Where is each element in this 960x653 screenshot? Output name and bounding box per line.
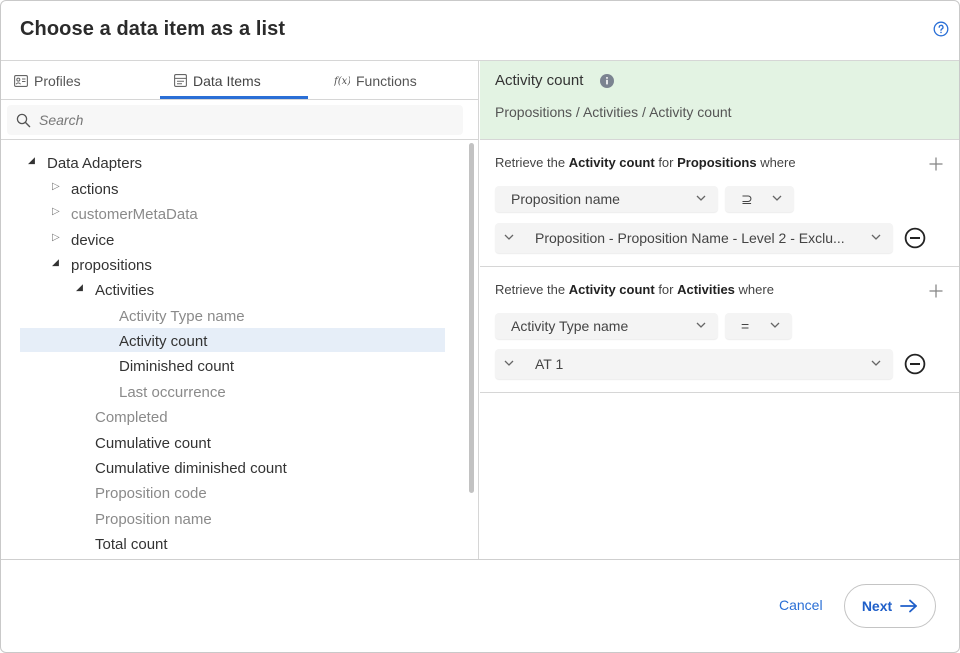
data-items-icon	[174, 74, 187, 87]
condition-for: for	[658, 282, 674, 297]
dialog-footer: Cancel Next	[1, 559, 959, 652]
selected-item-path: Propositions / Activities / Activity cou…	[495, 104, 732, 120]
value-select-text: Proposition - Proposition Name - Level 2…	[535, 230, 845, 246]
tree-leaf-activity-count[interactable]: Activity count	[119, 329, 207, 353]
add-condition-icon[interactable]	[929, 157, 943, 171]
tab-functions-label: Functions	[356, 72, 417, 89]
tree-scrollbar[interactable]	[469, 143, 474, 493]
cancel-button[interactable]: Cancel	[779, 597, 823, 613]
arrow-right-icon	[900, 599, 918, 613]
tree-node-propositions[interactable]: propositions	[71, 253, 152, 277]
dialog-header: Choose a data item as a list	[1, 1, 959, 61]
field-select-value: Activity Type name	[511, 318, 629, 334]
info-icon[interactable]	[600, 74, 614, 88]
tree-leaf-cumulative-count[interactable]: Cumulative count	[95, 431, 211, 455]
chevron-down-icon	[871, 360, 881, 366]
selected-item-title: Activity count	[495, 72, 584, 89]
collapsed-triangle-icon[interactable]: ▷	[52, 181, 60, 192]
data-browser-pane: Profiles Data Items f(x) Functions Searc…	[1, 61, 479, 559]
tree-node-customer-meta-data[interactable]: customerMetaData	[71, 202, 198, 226]
tree-leaf-completed[interactable]: Completed	[95, 405, 168, 429]
dialog-title: Choose a data item as a list	[20, 18, 286, 40]
field-select-value: Proposition name	[511, 191, 620, 207]
function-fx-icon: f(x)	[334, 76, 350, 87]
condition-prefix: Retrieve the	[495, 282, 566, 297]
profile-card-icon	[14, 74, 28, 87]
condition-prefix: Retrieve the	[495, 155, 566, 170]
remove-condition-icon[interactable]	[904, 353, 926, 375]
tab-data-items-label: Data Items	[193, 72, 261, 89]
value-select[interactable]: AT 1	[495, 349, 893, 379]
tree-leaf-diminished-count[interactable]: Diminished count	[119, 354, 234, 378]
tree-leaf-cumulative-diminished-count[interactable]: Cumulative diminished count	[95, 456, 287, 480]
tree-node-activities[interactable]: Activities	[95, 278, 154, 302]
chevron-down-icon	[696, 195, 706, 201]
condition-block-activities: Retrieve the Activity count for Activiti…	[480, 267, 959, 393]
tree-leaf-activity-type-name[interactable]: Activity Type name	[119, 304, 245, 328]
condition-for: for	[658, 155, 674, 170]
condition-sentence: Retrieve the Activity count for Activiti…	[495, 282, 774, 297]
condition-suffix: where	[760, 155, 796, 170]
next-button-label: Next	[861, 598, 893, 614]
operator-select-value: =	[741, 318, 750, 334]
expanded-triangle-icon[interactable]: ◢	[76, 282, 83, 293]
collapsed-triangle-icon[interactable]: ▷	[52, 232, 60, 243]
condition-sentence: Retrieve the Activity count for Proposit…	[495, 155, 796, 170]
condition-block-propositions: Retrieve the Activity count for Proposit…	[480, 140, 959, 267]
chevron-down-icon	[772, 195, 782, 201]
tree-leaf-proposition-code[interactable]: Proposition code	[95, 481, 207, 505]
add-condition-icon[interactable]	[929, 284, 943, 298]
operator-select[interactable]: ⊇	[725, 186, 794, 212]
operator-select-value: ⊇	[741, 190, 753, 207]
tab-bar: Profiles Data Items f(x) Functions	[1, 61, 479, 100]
tab-profiles[interactable]: Profiles	[14, 61, 81, 100]
chevron-down-icon	[696, 322, 706, 328]
search-icon	[16, 113, 31, 128]
active-tab-indicator	[160, 96, 308, 99]
expanded-triangle-icon[interactable]: ◢	[52, 257, 59, 268]
next-button[interactable]: Next	[844, 584, 936, 628]
tab-data-items[interactable]: Data Items	[174, 61, 261, 100]
tree-node-data-adapters[interactable]: Data Adapters	[47, 151, 142, 175]
condition-item: Activity count	[568, 155, 655, 170]
chevron-down-icon[interactable]	[504, 234, 514, 241]
tab-functions[interactable]: f(x) Functions	[334, 61, 417, 100]
selected-item-summary: Activity count Propositions / Activities…	[480, 61, 959, 140]
tree-leaf-last-occurrence[interactable]: Last occurrence	[119, 380, 226, 404]
chevron-down-icon	[871, 234, 881, 240]
tree-node-actions[interactable]: actions	[71, 177, 119, 201]
search-box	[7, 105, 463, 135]
tab-profiles-label: Profiles	[34, 72, 81, 89]
data-tree: ◢ Data Adapters ▷ actions ▷ customerMeta…	[1, 140, 467, 559]
help-circle-icon[interactable]	[933, 21, 949, 37]
expanded-triangle-icon[interactable]: ◢	[28, 155, 35, 166]
value-select[interactable]: Proposition - Proposition Name - Level 2…	[495, 223, 893, 253]
field-select[interactable]: Proposition name	[495, 186, 718, 212]
field-select[interactable]: Activity Type name	[495, 313, 718, 339]
chevron-down-icon	[770, 322, 780, 328]
tree-leaf-total-count[interactable]: Total count	[95, 532, 168, 556]
search-input[interactable]	[37, 109, 457, 131]
remove-condition-icon[interactable]	[904, 227, 926, 249]
dialog: Choose a data item as a list Profiles Da…	[0, 0, 960, 653]
selection-details-pane: Activity count Propositions / Activities…	[480, 61, 959, 559]
svg-text:f(x): f(x)	[334, 76, 350, 87]
condition-entity: Activities	[677, 282, 735, 297]
value-select-text: AT 1	[535, 356, 564, 372]
condition-item: Activity count	[568, 282, 655, 297]
selected-row-highlight	[20, 328, 445, 352]
collapsed-triangle-icon[interactable]: ▷	[52, 206, 60, 217]
chevron-down-icon[interactable]	[504, 360, 514, 367]
tree-leaf-proposition-name[interactable]: Proposition name	[95, 507, 212, 531]
condition-entity: Propositions	[677, 155, 757, 170]
operator-select[interactable]: =	[725, 313, 792, 339]
condition-suffix: where	[738, 282, 774, 297]
tree-node-device[interactable]: device	[71, 228, 114, 252]
